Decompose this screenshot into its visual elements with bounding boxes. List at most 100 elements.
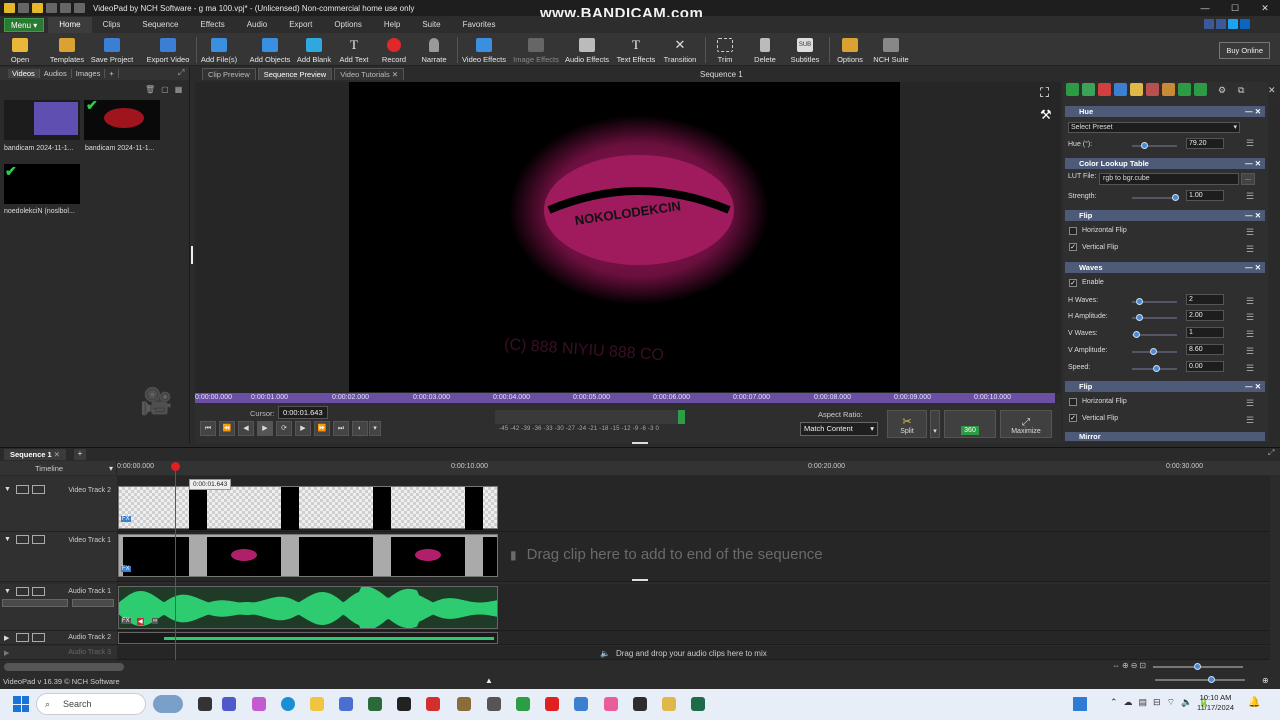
tab-suite[interactable]: Suite xyxy=(411,17,451,33)
edge-icon[interactable] xyxy=(281,697,295,711)
speaker-icon[interactable] xyxy=(16,587,29,596)
go-to-start-button[interactable]: ⏮ xyxy=(200,421,216,436)
panel-splitter[interactable] xyxy=(632,442,648,444)
horizontal-flip-checkbox[interactable] xyxy=(1069,398,1077,406)
bin-trash-icon[interactable]: 🗑 xyxy=(145,85,161,94)
hamburger-icon[interactable]: ☰ xyxy=(1246,363,1254,374)
effect-lut-header[interactable]: Color Lookup Table — ✕ xyxy=(1065,158,1265,169)
timeline-mode-select[interactable]: Timeline ▾ xyxy=(0,461,117,475)
copy-effect-icon[interactable] xyxy=(1082,83,1095,96)
tab-sequence-1[interactable]: Sequence 1 ✕ xyxy=(4,449,67,460)
waves-enable-checkbox[interactable]: ✓ xyxy=(1069,279,1077,287)
volume-icon[interactable]: ◀ xyxy=(137,618,144,625)
track-splitter[interactable] xyxy=(632,579,648,581)
stack-icon[interactable] xyxy=(1162,83,1175,96)
bin-undock-icon[interactable]: ⤢ xyxy=(178,68,184,78)
collapse-arrow-icon[interactable]: ▼ xyxy=(4,536,11,543)
add-text-button[interactable]: T Add Text xyxy=(338,33,370,66)
narrate-button[interactable]: Narrate xyxy=(420,33,448,66)
trim-button[interactable]: Trim xyxy=(713,33,737,66)
playhead-handle[interactable] xyxy=(171,462,180,471)
expand-arrow-icon[interactable]: ▶ xyxy=(4,649,9,657)
hamburger-icon[interactable]: ☰ xyxy=(1246,398,1254,409)
volume-slider[interactable] xyxy=(2,599,68,607)
strength-slider[interactable] xyxy=(1132,197,1177,199)
copilot-icon[interactable] xyxy=(252,697,266,711)
zoom-slider-handle[interactable] xyxy=(1194,663,1201,670)
status-zoom-slider[interactable] xyxy=(1155,679,1245,681)
tab-audios[interactable]: Audios xyxy=(40,69,72,78)
hamburger-icon[interactable]: ☰ xyxy=(1246,415,1254,426)
app-icon[interactable] xyxy=(691,697,705,711)
hue-slider[interactable] xyxy=(1132,145,1177,147)
move-up-icon[interactable] xyxy=(1194,83,1207,96)
effect-flip-header[interactable]: Flip — ✕ xyxy=(1065,210,1265,221)
videopad-icon[interactable] xyxy=(633,697,647,711)
zoom-in-icon[interactable]: ⊕ xyxy=(1262,676,1269,685)
task-view-icon[interactable] xyxy=(198,697,212,711)
h-waves-value-field[interactable]: 2 xyxy=(1186,294,1224,305)
app-icon[interactable] xyxy=(487,697,501,711)
shuttle-button[interactable]: ◐ xyxy=(352,421,368,436)
menu-button[interactable]: Menu ▾ xyxy=(4,18,45,32)
preview-ruler[interactable]: 0:00:00.000 0:00:01.000 0:00:02.000 0:00… xyxy=(195,393,1055,403)
undock-icon[interactable]: ⧉ xyxy=(1238,85,1244,96)
hamburger-icon[interactable]: ☰ xyxy=(1246,227,1254,238)
hamburger-icon[interactable]: ☰ xyxy=(1246,138,1254,149)
app-icon[interactable] xyxy=(516,697,530,711)
options-button[interactable]: Options xyxy=(836,33,864,66)
fx-badge[interactable]: FX xyxy=(121,516,131,522)
hamburger-icon[interactable]: ☰ xyxy=(1246,244,1254,255)
move-down-icon[interactable] xyxy=(1178,83,1191,96)
eye-icon[interactable] xyxy=(16,535,29,544)
hamburger-icon[interactable]: ☰ xyxy=(1246,191,1254,202)
app-tray-icon[interactable] xyxy=(1073,697,1087,711)
panel-splitter[interactable] xyxy=(191,246,193,264)
fx-badge[interactable]: FX xyxy=(121,618,131,624)
v-waves-slider-handle[interactable] xyxy=(1133,331,1140,338)
app-icon[interactable] xyxy=(397,697,411,711)
tab-favorites[interactable]: Favorites xyxy=(452,17,507,33)
minecraft-icon[interactable] xyxy=(368,697,382,711)
delete-button[interactable]: Delete xyxy=(752,33,778,66)
previous-frame-button[interactable]: ⏪ xyxy=(219,421,235,436)
text-effects-button[interactable]: T Text Effects xyxy=(615,33,657,66)
close-icon[interactable]: ✕ xyxy=(1250,0,1280,16)
headphones-icon[interactable] xyxy=(457,697,471,711)
tab-home[interactable]: Home xyxy=(48,17,92,33)
undock-icon[interactable]: ⤢ xyxy=(1268,448,1274,458)
shuttle-dropdown[interactable]: ▾ xyxy=(369,421,381,436)
remove-effect-icon[interactable] xyxy=(1098,83,1111,96)
lock-icon[interactable] xyxy=(32,633,45,642)
templates-button[interactable]: Templates xyxy=(48,33,86,66)
tab-images[interactable]: Images xyxy=(72,69,106,78)
fullscreen-icon[interactable]: ⛶ xyxy=(1040,85,1049,101)
tab-clip-preview[interactable]: Clip Preview xyxy=(202,68,256,80)
effect-flip-header[interactable]: Flip — ✕ xyxy=(1065,381,1265,392)
360-button[interactable]: 360 xyxy=(944,410,996,438)
hamburger-icon[interactable]: ☰ xyxy=(1246,296,1254,307)
app-icon[interactable] xyxy=(662,697,676,711)
link-icon[interactable]: ∞ xyxy=(152,618,159,624)
record-button[interactable]: Record xyxy=(380,33,408,66)
tab-clips[interactable]: Clips xyxy=(92,17,132,33)
lock-icon[interactable] xyxy=(32,535,45,544)
facebook-icon[interactable] xyxy=(1216,19,1226,29)
add-effect-icon[interactable] xyxy=(1066,83,1079,96)
tab-options[interactable]: Options xyxy=(323,17,373,33)
app-icon[interactable] xyxy=(604,697,618,711)
expand-arrow-icon[interactable]: ▶ xyxy=(4,634,9,642)
aspect-ratio-select[interactable]: Match Content ▾ xyxy=(800,422,878,436)
v-amplitude-value-field[interactable]: 8.60 xyxy=(1186,344,1224,355)
thumbs-up-icon[interactable] xyxy=(1204,19,1214,29)
effect-mirror-header[interactable]: Mirror xyxy=(1065,432,1265,441)
youtube-icon[interactable] xyxy=(545,697,559,711)
tab-videos[interactable]: Videos xyxy=(8,69,40,78)
tab-add[interactable]: + xyxy=(105,69,119,78)
step-back-button[interactable]: ◀ xyxy=(238,421,254,436)
playhead[interactable] xyxy=(175,462,176,660)
buy-online-button[interactable]: Buy Online xyxy=(1219,42,1270,59)
loop-button[interactable]: ⟳ xyxy=(276,421,292,436)
close-panel-icon[interactable]: ✕ xyxy=(1268,85,1276,96)
collapse-arrow-icon[interactable]: ▼ xyxy=(4,588,11,595)
